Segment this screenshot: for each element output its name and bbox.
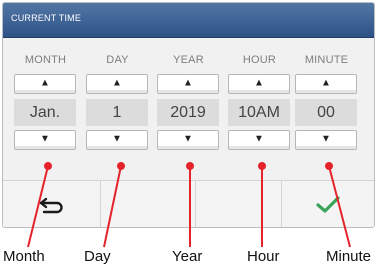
day-value: 1 [86, 99, 148, 126]
year-column: YEAR ▲ 2019 ▼ [153, 37, 224, 175]
minute-down-button[interactable]: ▼ [295, 130, 357, 150]
month-down-button[interactable]: ▼ [14, 130, 76, 150]
callout-label-year: Year [172, 248, 203, 265]
minute-column: MINUTE ▲ 00 ▼ [291, 37, 362, 175]
month-column: MONTH ▲ Jan. ▼ [10, 37, 81, 175]
bottom-action-bar [3, 180, 374, 227]
minute-up-button[interactable]: ▲ [295, 74, 357, 94]
day-label: DAY [106, 54, 129, 66]
minute-label: MINUTE [304, 54, 349, 66]
callout-label-hour: Hour [247, 248, 280, 265]
hour-up-button[interactable]: ▲ [228, 74, 290, 94]
year-value: 2019 [157, 99, 219, 126]
year-down-button[interactable]: ▼ [157, 130, 219, 150]
hour-label: HOUR [242, 54, 277, 66]
callout-label-day: Day [84, 248, 111, 265]
day-column: DAY ▲ 1 ▼ [82, 37, 153, 175]
arrow-down-icon: ▼ [254, 133, 264, 145]
month-label: MONTH [24, 54, 67, 66]
device-screen-frame: CURRENT TIME MONTH ▲ Jan. ▼ DAY ▲ 1 ▼ YE… [0, 0, 384, 228]
year-up-button[interactable]: ▲ [157, 74, 219, 94]
confirm-button[interactable] [282, 181, 374, 227]
arrow-down-icon: ▼ [40, 133, 50, 145]
month-up-button[interactable]: ▲ [14, 74, 76, 94]
hour-column: HOUR ▲ 10AM ▼ [224, 37, 295, 175]
hour-value: 10AM [228, 99, 290, 126]
back-button[interactable] [3, 181, 101, 227]
month-value: Jan. [14, 99, 76, 126]
hour-down-button[interactable]: ▼ [228, 130, 290, 150]
arrow-up-icon: ▲ [254, 77, 264, 89]
back-arrow-icon [39, 197, 63, 214]
checkmark-icon [316, 196, 340, 213]
touch-screen: CURRENT TIME MONTH ▲ Jan. ▼ DAY ▲ 1 ▼ YE… [2, 2, 375, 228]
day-down-button[interactable]: ▼ [86, 130, 148, 150]
screen-title: CURRENT TIME [11, 13, 82, 23]
arrow-up-icon: ▲ [112, 77, 122, 89]
arrow-up-icon: ▲ [321, 77, 331, 89]
day-up-button[interactable]: ▲ [86, 74, 148, 94]
bar-divider [195, 181, 196, 227]
arrow-down-icon: ▼ [112, 133, 122, 145]
callout-label-month: Month [3, 248, 45, 265]
arrow-down-icon: ▼ [183, 133, 193, 145]
callout-label-minute: Minute [326, 248, 372, 265]
arrow-down-icon: ▼ [321, 133, 331, 145]
title-bar: CURRENT TIME [3, 3, 374, 38]
minute-value: 00 [295, 99, 357, 126]
arrow-up-icon: ▲ [40, 77, 50, 89]
year-label: YEAR [173, 54, 204, 66]
arrow-up-icon: ▲ [183, 77, 193, 89]
